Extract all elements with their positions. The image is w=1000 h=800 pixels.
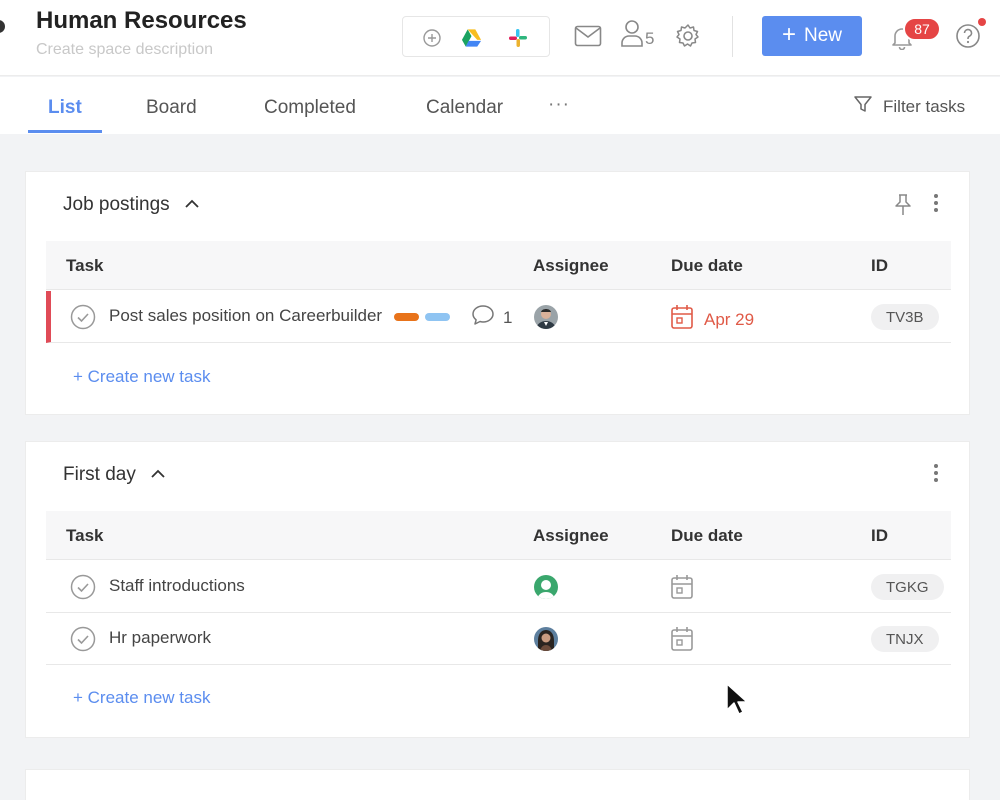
help-icon[interactable] (955, 22, 981, 50)
task-name[interactable]: Staff introductions (109, 576, 245, 596)
space-color-dot (0, 20, 5, 33)
due-date-label: Apr 29 (704, 309, 755, 329)
column-due-date: Due date (671, 256, 743, 275)
add-integration-icon[interactable] (421, 27, 442, 48)
section-first-day: First day Task Assignee Due date ID Staf… (25, 441, 970, 738)
members-button[interactable]: 5 (620, 19, 655, 52)
help-notification-dot (978, 18, 986, 26)
calendar-icon (670, 626, 694, 657)
section-title: First day (63, 464, 136, 485)
complete-check-icon[interactable] (70, 304, 96, 330)
mail-icon[interactable] (574, 22, 602, 50)
section-header[interactable]: Job postings (63, 194, 200, 216)
comments-button[interactable]: 1 (471, 304, 512, 331)
column-id: ID (871, 526, 888, 545)
task-id[interactable]: TGKG (871, 574, 944, 600)
complete-check-icon[interactable] (70, 574, 96, 600)
column-id: ID (871, 256, 888, 275)
chevron-up-icon[interactable] (184, 194, 200, 216)
tab-board[interactable]: Board (146, 97, 197, 119)
task-id[interactable]: TV3B (871, 304, 939, 330)
section-menu-kebab-icon[interactable] (934, 464, 938, 485)
new-button[interactable]: + New (762, 16, 862, 56)
table-row[interactable]: Post sales position on Careerbuilder 1 A… (46, 291, 951, 343)
assignee-avatar[interactable] (534, 305, 558, 329)
tab-calendar[interactable]: Calendar (426, 97, 503, 119)
notifications-badge: 87 (903, 17, 941, 41)
due-date[interactable] (670, 574, 694, 605)
plus-icon: + (781, 20, 796, 48)
column-due-date: Due date (671, 526, 743, 545)
filter-tasks-button[interactable]: Filter tasks (853, 94, 965, 119)
create-new-task-link[interactable]: + Create new task (73, 367, 211, 387)
column-assignee: Assignee (533, 256, 609, 275)
calendar-icon (670, 304, 694, 335)
tag-blue[interactable] (425, 313, 450, 321)
header-divider (732, 16, 733, 57)
view-tabs: List Board Completed Calendar ··· Filter… (0, 77, 1000, 134)
due-date[interactable] (670, 626, 694, 657)
tab-completed[interactable]: Completed (264, 97, 356, 119)
filter-icon (853, 94, 873, 119)
slack-icon[interactable] (507, 27, 528, 48)
assignee-avatar[interactable] (534, 627, 558, 651)
section-job-postings: Job postings Task Assignee Due date ID P… (25, 171, 970, 415)
new-button-label: New (804, 25, 843, 46)
section-menu-kebab-icon[interactable] (934, 194, 938, 215)
section-title: Job postings (63, 194, 170, 215)
due-date[interactable]: Apr 29 (670, 304, 754, 335)
column-task: Task (66, 526, 104, 545)
create-new-task-link[interactable]: + Create new task (73, 688, 211, 708)
settings-gear-icon[interactable] (675, 22, 701, 50)
members-count: 5 (645, 29, 655, 48)
mouse-cursor-icon (725, 682, 748, 721)
space-title[interactable]: Human Resources (36, 7, 247, 35)
tab-list[interactable]: List (48, 97, 82, 119)
comment-count: 1 (503, 307, 513, 327)
table-header: Task Assignee Due date ID (46, 241, 951, 290)
active-tab-indicator (28, 130, 102, 133)
table-header: Task Assignee Due date ID (46, 511, 951, 560)
comment-icon (471, 304, 495, 331)
tag-orange[interactable] (394, 313, 419, 321)
task-id[interactable]: TNJX (871, 626, 939, 652)
table-row[interactable]: Hr paperwork TNJX (46, 613, 951, 665)
column-assignee: Assignee (533, 526, 609, 545)
more-tabs-button[interactable]: ··· (548, 94, 570, 116)
pin-icon[interactable] (892, 193, 914, 222)
chevron-up-icon[interactable] (150, 464, 166, 486)
integrations-bar (402, 16, 550, 57)
calendar-icon (670, 574, 694, 605)
task-name[interactable]: Post sales position on Careerbuilder (109, 306, 382, 326)
complete-check-icon[interactable] (70, 626, 96, 652)
app-header: Human Resources Create space description… (0, 0, 1000, 76)
section-next-partial (25, 769, 970, 800)
user-icon (620, 19, 644, 52)
assignee-avatar[interactable] (534, 575, 558, 599)
filter-tasks-label: Filter tasks (883, 96, 966, 116)
section-header[interactable]: First day (63, 464, 166, 486)
table-row[interactable]: Staff introductions TGKG (46, 561, 951, 613)
space-description[interactable]: Create space description (36, 41, 213, 59)
google-drive-icon[interactable] (461, 27, 482, 48)
column-task: Task (66, 256, 104, 275)
task-name[interactable]: Hr paperwork (109, 628, 211, 648)
